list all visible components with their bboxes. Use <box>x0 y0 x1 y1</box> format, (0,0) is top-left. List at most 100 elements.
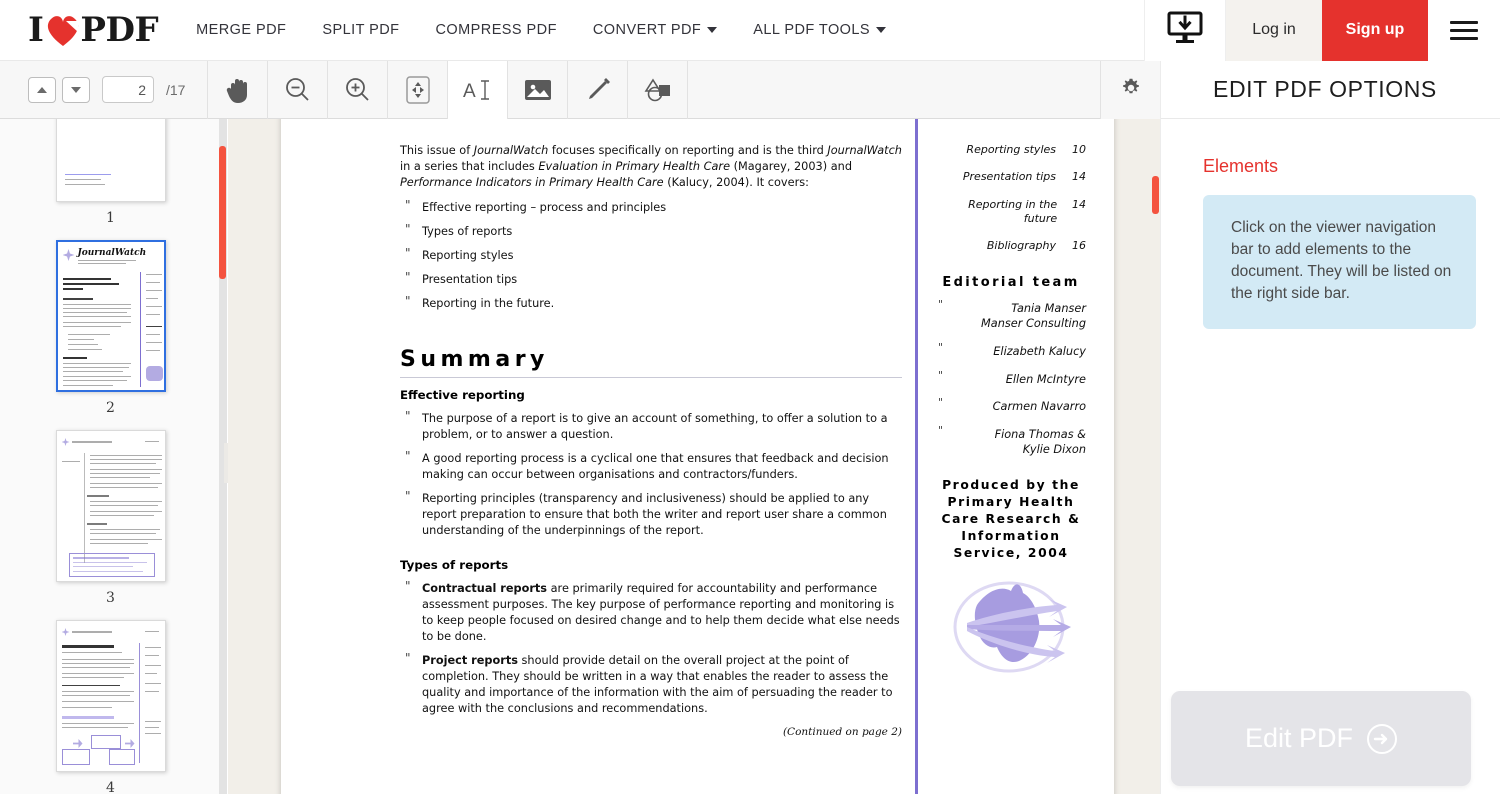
nav-convert-pdf-label: CONVERT PDF <box>592 22 702 38</box>
page-total-label: /17 <box>166 81 186 98</box>
list-item: Reporting principles (transparency and i… <box>400 488 902 539</box>
toc-row: Reporting styles 10 <box>936 143 1086 157</box>
thumbnail-page-number: 1 <box>106 210 115 226</box>
toc-page-number: 16 <box>1072 239 1086 253</box>
hamburger-menu-icon[interactable] <box>1428 0 1500 61</box>
add-image-icon[interactable] <box>508 60 569 119</box>
desktop-download-button[interactable] <box>1144 0 1226 61</box>
thumbnail-page-2[interactable]: JournalWatch <box>55 240 166 392</box>
list-item: Types of reports <box>400 221 902 240</box>
list-item: Contractual reports are primarily requir… <box>400 578 902 645</box>
continued-note: (Continued on page 2) <box>782 726 902 739</box>
thumbnail-page-4[interactable] <box>55 620 166 772</box>
thumbnail-page-number: 4 <box>106 780 115 794</box>
editorial-member: Fiona Thomas & Kylie Dixon <box>936 424 1086 457</box>
thumbnail-page-1[interactable] <box>55 119 166 202</box>
pdf-page[interactable]: This issue of JournalWatch focuses speci… <box>281 119 1114 794</box>
hand-tool-icon[interactable] <box>208 60 269 119</box>
toc-label: Bibliography <box>986 239 1056 253</box>
list-item: Reporting styles <box>400 245 902 264</box>
next-page-button[interactable] <box>62 76 90 103</box>
toc-row: Presentation tips 14 <box>936 170 1086 184</box>
thumbnail-item[interactable]: JournalWatch 2 <box>0 240 221 430</box>
thumbnail-item[interactable]: 1 <box>0 119 221 240</box>
toc-page-number: 14 <box>1072 170 1086 184</box>
toc-row: Bibliography 16 <box>936 239 1086 253</box>
thumbnail-sidebar[interactable]: 1 JournalWatch 2 3 4 <box>0 119 221 794</box>
draw-icon[interactable] <box>568 60 629 119</box>
thumbnail-preview <box>56 431 165 581</box>
login-button[interactable]: Log in <box>1226 0 1322 61</box>
phcris-logo-icon <box>949 575 1073 675</box>
main-nav-links: MERGE PDF SPLIT PDF COMPRESS PDF CONVERT… <box>196 22 887 38</box>
gear-icon <box>1121 78 1141 103</box>
top-nav-right-group: Log in Sign up <box>1144 0 1500 61</box>
page-number-input[interactable] <box>102 76 154 103</box>
editorial-member: Carmen Navarro <box>936 396 1086 415</box>
nav-convert-pdf[interactable]: CONVERT PDF <box>592 22 718 38</box>
nav-all-pdf-tools[interactable]: ALL PDF TOOLS <box>753 22 887 38</box>
nav-merge-pdf[interactable]: MERGE PDF <box>196 22 286 38</box>
thumbnail-page-3[interactable] <box>55 430 166 582</box>
intro-title-2: Performance Indicators in Primary Health… <box>400 176 664 190</box>
settings-button[interactable] <box>1100 61 1160 119</box>
arrow-right-circle-icon <box>1367 723 1398 754</box>
intro-journal-2: JournalWatch <box>827 144 902 157</box>
zoom-in-icon[interactable] <box>328 60 389 119</box>
toc-page-number: 10 <box>1072 143 1086 156</box>
list-item: The purpose of a report is to give an ac… <box>400 408 902 443</box>
viewer-toolbar: /17 A <box>0 60 1160 119</box>
toc-row: Reporting in the future 14 <box>936 198 1086 227</box>
chevron-down-icon <box>71 86 81 93</box>
signup-button-label: Sign up <box>1345 21 1405 38</box>
edit-pdf-button[interactable]: Edit PDF <box>1171 691 1471 786</box>
summary-heading: Summary <box>400 347 549 373</box>
signup-button[interactable]: Sign up <box>1322 0 1428 61</box>
thumbnail-preview <box>56 621 165 771</box>
editorial-team-heading: Editorial team <box>942 275 1080 291</box>
pdf-viewer[interactable]: This issue of JournalWatch focuses speci… <box>228 119 1160 794</box>
intro-text-5: (Kalucy, 2004). It covers: <box>663 176 809 190</box>
intro-text-4: (Magarey, 2003) and <box>730 160 852 174</box>
zoom-out-icon[interactable] <box>268 60 329 119</box>
toc-label: Reporting styles <box>966 143 1056 156</box>
section-heading-types-of-reports: Types of reports <box>400 558 509 573</box>
nav-merge-pdf-label: MERGE PDF <box>196 22 287 38</box>
list-item: Presentation tips <box>400 269 902 288</box>
thumbnail-preview <box>56 119 165 201</box>
nav-split-pdf[interactable]: SPLIT PDF <box>322 22 399 38</box>
thumbnail-page-number: 3 <box>106 590 115 606</box>
thumbnail-item[interactable]: 4 <box>0 620 221 794</box>
toc-page-number: 14 <box>1072 197 1086 211</box>
top-navigation-bar: I PDF MERGE PDF SPLIT PDF COMPRESS PDF C… <box>0 0 1500 61</box>
produced-by-text: Produced by the Primary Health Care Rese… <box>941 478 1081 560</box>
ilovepdf-logo[interactable]: I PDF <box>28 10 159 50</box>
intro-journal-1: JournalWatch <box>473 144 549 157</box>
toc-label: Presentation tips <box>962 170 1056 184</box>
previous-page-button[interactable] <box>28 76 56 103</box>
pdf-page-content: This issue of JournalWatch focuses speci… <box>281 119 1114 794</box>
editorial-member: Tania Manser Manser Consulting <box>936 298 1086 331</box>
editorial-member: Ellen McIntyre <box>936 369 1086 388</box>
intro-text-1: This issue of <box>400 144 474 157</box>
thumbnail-scrollbar-thumb[interactable] <box>219 146 226 279</box>
add-text-icon[interactable]: A <box>448 60 509 119</box>
chevron-up-icon <box>37 86 47 93</box>
list-item-bold: Contractual reports <box>422 582 548 596</box>
list-item: Project reports should provide detail on… <box>400 650 902 717</box>
page-navigation-group: /17 <box>0 60 209 119</box>
chevron-down-icon <box>707 27 718 33</box>
editorial-member: Elizabeth Kalucy <box>936 341 1086 360</box>
viewer-scrollbar-thumb[interactable] <box>1152 176 1159 214</box>
list-item: Reporting in the future. <box>400 293 902 312</box>
thumbnail-item[interactable]: 3 <box>0 430 221 620</box>
elements-hint-box: Click on the viewer navigation bar to ad… <box>1203 195 1476 329</box>
nav-compress-pdf[interactable]: COMPRESS PDF <box>435 22 556 38</box>
add-shape-icon[interactable] <box>628 60 689 119</box>
toc-label: Reporting in the future <box>968 197 1058 225</box>
types-of-reports-list: Contractual reports are primarily requir… <box>400 578 902 717</box>
fit-screen-icon[interactable] <box>388 60 449 119</box>
intro-bullet-list: Effective reporting – process and princi… <box>400 197 902 312</box>
nav-compress-pdf-label: COMPRESS PDF <box>435 22 557 38</box>
chevron-down-icon <box>876 27 887 33</box>
